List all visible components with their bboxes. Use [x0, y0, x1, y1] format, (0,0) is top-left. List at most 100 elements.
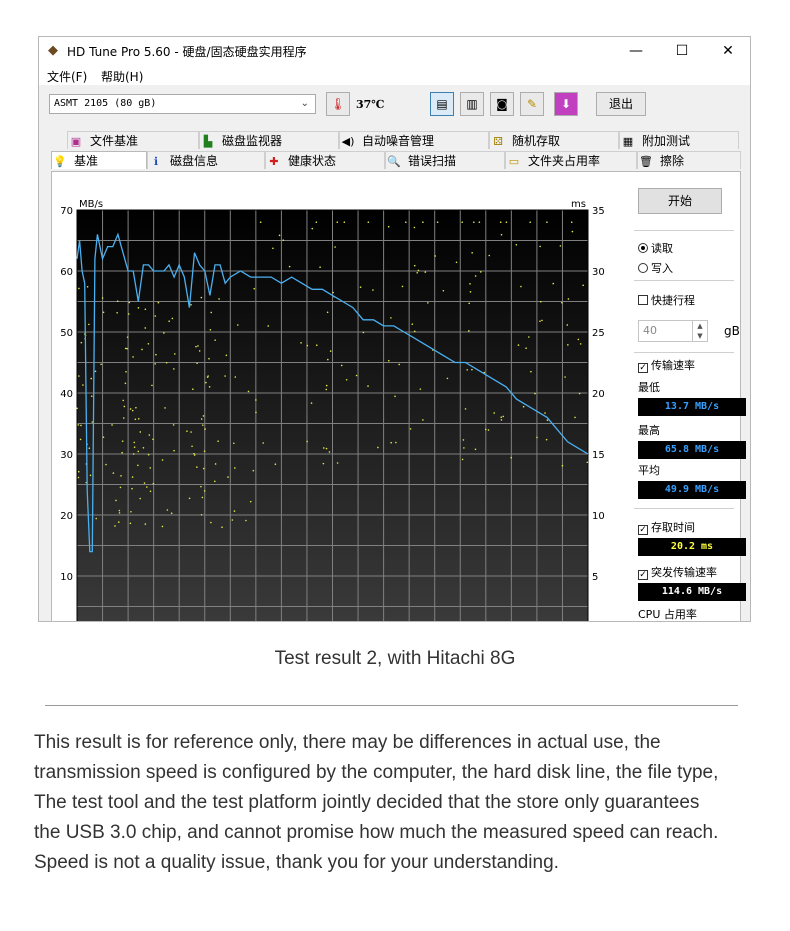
- access-time-point: [227, 476, 229, 478]
- tab-error-scan[interactable]: 🔍 错误扫描: [385, 151, 505, 169]
- maximize-button[interactable]: ☐: [659, 37, 705, 65]
- access-time-point: [544, 412, 546, 414]
- access-time-point: [148, 434, 151, 436]
- access-time-point: [164, 407, 166, 409]
- access-time-point: [147, 342, 150, 345]
- access-time-point: [311, 227, 314, 230]
- access-time-point: [174, 353, 176, 355]
- access-time-point: [137, 450, 140, 453]
- access-time-point: [359, 286, 362, 288]
- separator: [634, 230, 734, 231]
- access-time-point: [142, 447, 145, 449]
- tab-disk-monitor[interactable]: ▙ 磁盘监视器: [199, 131, 339, 149]
- access-time-point: [474, 448, 477, 451]
- access-time-point: [196, 466, 198, 468]
- access-time-point: [101, 297, 104, 299]
- tab-disk-info[interactable]: ℹ 磁盘信息: [147, 151, 265, 169]
- menu-file[interactable]: 文件(F): [47, 68, 87, 85]
- access-time-point: [170, 512, 173, 515]
- access-time-point: [417, 269, 420, 272]
- copy-image-icon[interactable]: ▥: [460, 92, 484, 116]
- access-time-point: [139, 497, 141, 500]
- options-icon[interactable]: ✎: [520, 92, 544, 116]
- access-time-point: [196, 362, 198, 365]
- access-time-point: [372, 289, 374, 291]
- tab-random-access[interactable]: ⚄ 随机存取: [489, 131, 619, 149]
- access-time-point: [152, 482, 155, 485]
- access-time-point: [129, 408, 132, 410]
- y-left-tick-label: 50: [60, 328, 73, 339]
- access-time-point: [77, 424, 80, 426]
- access-time-point: [334, 246, 336, 248]
- lightbulb-icon: 💡: [53, 155, 67, 168]
- access-time-point: [149, 467, 152, 469]
- tab-folder-usage[interactable]: ▭ 文件夹占用率: [505, 151, 637, 169]
- access-time-point: [567, 344, 569, 346]
- access-time-point: [217, 440, 219, 442]
- access-time-point: [201, 424, 204, 426]
- access-time-point: [474, 275, 477, 277]
- access-time-point: [172, 424, 175, 426]
- tab-health[interactable]: ✚ 健康状态: [265, 151, 385, 169]
- access-time-point: [413, 330, 416, 333]
- access-time-point: [126, 336, 129, 338]
- read-radio[interactable]: 读取: [638, 240, 673, 256]
- access-time-point: [288, 265, 291, 268]
- minimize-button[interactable]: —: [613, 37, 659, 65]
- access-time-point: [252, 469, 255, 472]
- access-time-point: [131, 487, 133, 490]
- access-time-point: [545, 438, 548, 441]
- burst-rate-checkbox[interactable]: ✓ 突发传输速率: [638, 564, 717, 580]
- close-button[interactable]: ✕: [705, 37, 750, 65]
- menu-help[interactable]: 帮助(H): [101, 68, 143, 85]
- save-icon[interactable]: ⬇: [554, 92, 578, 116]
- app-icon: ◆: [48, 43, 58, 58]
- access-time-point: [390, 441, 392, 444]
- exit-button[interactable]: 退出: [596, 92, 646, 116]
- start-button[interactable]: 开始: [638, 188, 722, 214]
- access-time-point: [345, 378, 348, 381]
- tab-erase[interactable]: 🗑 擦除: [637, 151, 741, 169]
- access-time-point: [422, 419, 424, 421]
- write-radio[interactable]: 写入: [638, 260, 673, 276]
- access-time-point: [221, 526, 223, 528]
- transfer-rate-checkbox[interactable]: ✓ 传输速率: [638, 357, 695, 373]
- camera-icon[interactable]: ◙: [490, 92, 514, 116]
- access-time-point: [152, 438, 154, 441]
- access-time-point: [319, 266, 321, 268]
- access-time-point: [274, 463, 277, 466]
- access-time-point: [487, 429, 490, 431]
- access-time-point: [88, 447, 91, 450]
- access-time-point: [306, 440, 308, 443]
- tab-aam[interactable]: ◀) 自动噪音管理: [339, 131, 489, 149]
- access-time-point: [89, 474, 92, 477]
- access-time-point: [112, 472, 115, 474]
- access-time-point: [343, 221, 346, 223]
- access-time-point: [468, 302, 470, 305]
- drive-select[interactable]: ASMT 2105 (80 gB) ⌄: [49, 94, 316, 114]
- access-time-point: [409, 428, 412, 430]
- access-time-point: [78, 287, 80, 290]
- access-time-point: [387, 359, 390, 362]
- copy-text-icon[interactable]: ▤: [430, 92, 454, 116]
- access-time-point: [155, 353, 157, 356]
- tab-file-benchmark[interactable]: ▣ 文件基准: [67, 131, 199, 149]
- access-time-point: [133, 441, 136, 444]
- tab-extra-tests[interactable]: ▦ 附加测试: [619, 131, 739, 149]
- access-time-point: [446, 377, 449, 380]
- access-time-point: [332, 291, 334, 294]
- access-time-point: [225, 354, 228, 357]
- short-stroke-checkbox[interactable]: 快捷行程: [638, 292, 695, 308]
- extra-tests-icon: ▦: [622, 135, 634, 148]
- short-stroke-stepper[interactable]: 40 ▲ ▼: [638, 320, 708, 342]
- access-time-point: [165, 361, 168, 364]
- stepper-arrows-icon[interactable]: ▲ ▼: [692, 321, 707, 341]
- tab-benchmark[interactable]: 💡 基准: [51, 151, 147, 169]
- access-time-point: [210, 311, 213, 314]
- access-time-point: [413, 264, 416, 267]
- access-time-checkbox[interactable]: ✓ 存取时间: [638, 519, 695, 535]
- checkmark-icon: ✓: [638, 363, 648, 373]
- access-time-point: [124, 382, 127, 385]
- disclaimer-line: transmission speed is configured by the …: [34, 762, 719, 783]
- access-time-point: [455, 261, 458, 264]
